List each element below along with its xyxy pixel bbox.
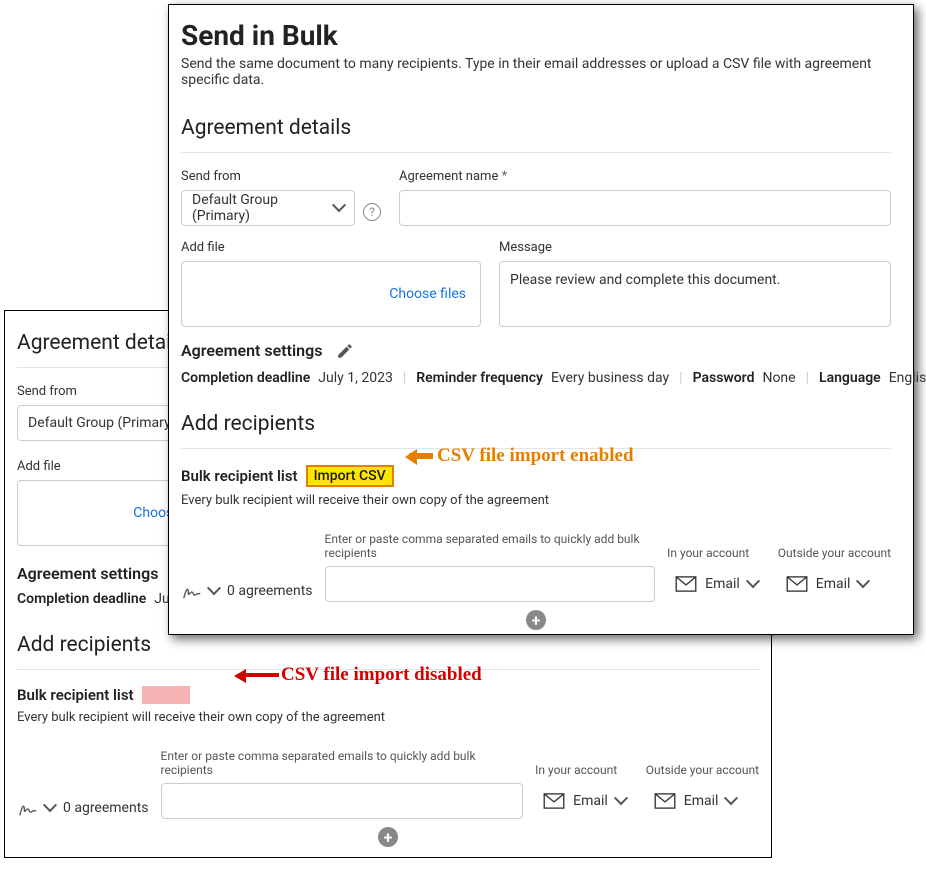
chevron-down-icon (209, 586, 219, 596)
divider (181, 152, 891, 153)
choose-files-link[interactable]: Choose files (389, 286, 466, 302)
password-key: Password (693, 370, 755, 386)
email-hint-back: Enter or paste comma separated emails to… (161, 749, 524, 777)
agreements-badge-back[interactable]: 0 agreements (17, 797, 149, 819)
import-csv-removed-placeholder (142, 686, 190, 704)
agreements-badge[interactable]: 0 agreements (181, 580, 313, 602)
in-account-email-select-back[interactable]: Email (535, 783, 634, 819)
chevron-down-icon (616, 796, 626, 806)
in-account-label-back: In your account (535, 763, 634, 777)
agreement-name-label: Agreement name * (399, 169, 891, 184)
send-from-label: Send from (181, 169, 381, 184)
agreements-count-back: 0 agreements (63, 800, 149, 816)
bulk-desc: Every bulk recipient will receive their … (181, 493, 891, 508)
page-subtitle: Send the same document to many recipient… (181, 56, 891, 88)
reminder-val: Every business day (551, 370, 669, 386)
bulk-email-input[interactable] (325, 566, 656, 602)
outside-account-email-select[interactable]: Email (778, 566, 891, 602)
help-icon[interactable]: ? (363, 203, 381, 221)
import-csv-button[interactable]: Import CSV (306, 465, 394, 487)
agreements-count: 0 agreements (227, 583, 313, 599)
language-key: Language (819, 370, 881, 386)
reminder-key: Reminder frequency (416, 370, 543, 386)
chevron-down-icon (726, 796, 736, 806)
language-val: English/US (889, 370, 926, 386)
message-textarea[interactable] (499, 261, 891, 327)
completion-deadline-val: July 1, 2023 (318, 370, 393, 386)
password-val: None (762, 370, 795, 386)
in-account-email-select[interactable]: Email (667, 566, 766, 602)
chevron-down-icon (45, 803, 55, 813)
mail-icon (543, 793, 565, 809)
agreement-name-input[interactable] (399, 190, 891, 226)
bulk-recipient-list-label-back: Bulk recipient list (17, 686, 134, 704)
red-arrow-icon (239, 673, 279, 677)
agreement-settings-label: Agreement settings (181, 341, 322, 360)
signature-icon (181, 580, 203, 602)
send-from-select[interactable]: Default Group (Primary) (181, 190, 355, 226)
add-row-button-back[interactable]: + (378, 827, 398, 847)
send-from-value: Default Group (Primary) (192, 192, 334, 224)
annotation-disabled: CSV file import disabled (281, 664, 482, 686)
section-agreement-details: Agreement details (181, 116, 891, 140)
bulk-email-input-back[interactable] (161, 783, 524, 819)
signature-icon (17, 797, 39, 819)
completion-deadline-key: Completion deadline (181, 370, 310, 386)
add-file-label: Add file (181, 240, 481, 255)
orange-arrow-icon (409, 453, 433, 459)
page-title: Send in Bulk (181, 19, 891, 52)
bulk-desc-back: Every bulk recipient will receive their … (17, 710, 759, 725)
section-add-recipients-back: Add recipients (17, 633, 759, 657)
outside-account-label-back: Outside your account (646, 763, 759, 777)
bulk-recipient-list-label: Bulk recipient list (181, 467, 298, 485)
in-account-label: In your account (667, 546, 766, 560)
chevron-down-icon (748, 579, 758, 589)
mail-icon (675, 576, 697, 592)
chevron-down-icon (858, 579, 868, 589)
send-from-value-back: Default Group (Primary) (28, 415, 175, 431)
add-row-button[interactable]: + (526, 610, 546, 630)
add-file-dropzone[interactable]: Choose files (181, 261, 481, 327)
outside-account-label: Outside your account (778, 546, 891, 560)
foreground-panel: Send in Bulk Send the same document to m… (168, 4, 914, 635)
outside-account-email-select-back[interactable]: Email (646, 783, 759, 819)
completion-deadline-key-back: Completion deadline (17, 591, 146, 607)
mail-icon (654, 793, 676, 809)
section-add-recipients: Add recipients (181, 412, 891, 436)
chevron-down-icon (334, 203, 344, 213)
mail-icon (786, 576, 808, 592)
message-label: Message (499, 240, 891, 255)
email-hint: Enter or paste comma separated emails to… (325, 532, 656, 560)
edit-icon[interactable] (336, 342, 354, 360)
annotation-enabled: CSV file import enabled (437, 445, 634, 467)
